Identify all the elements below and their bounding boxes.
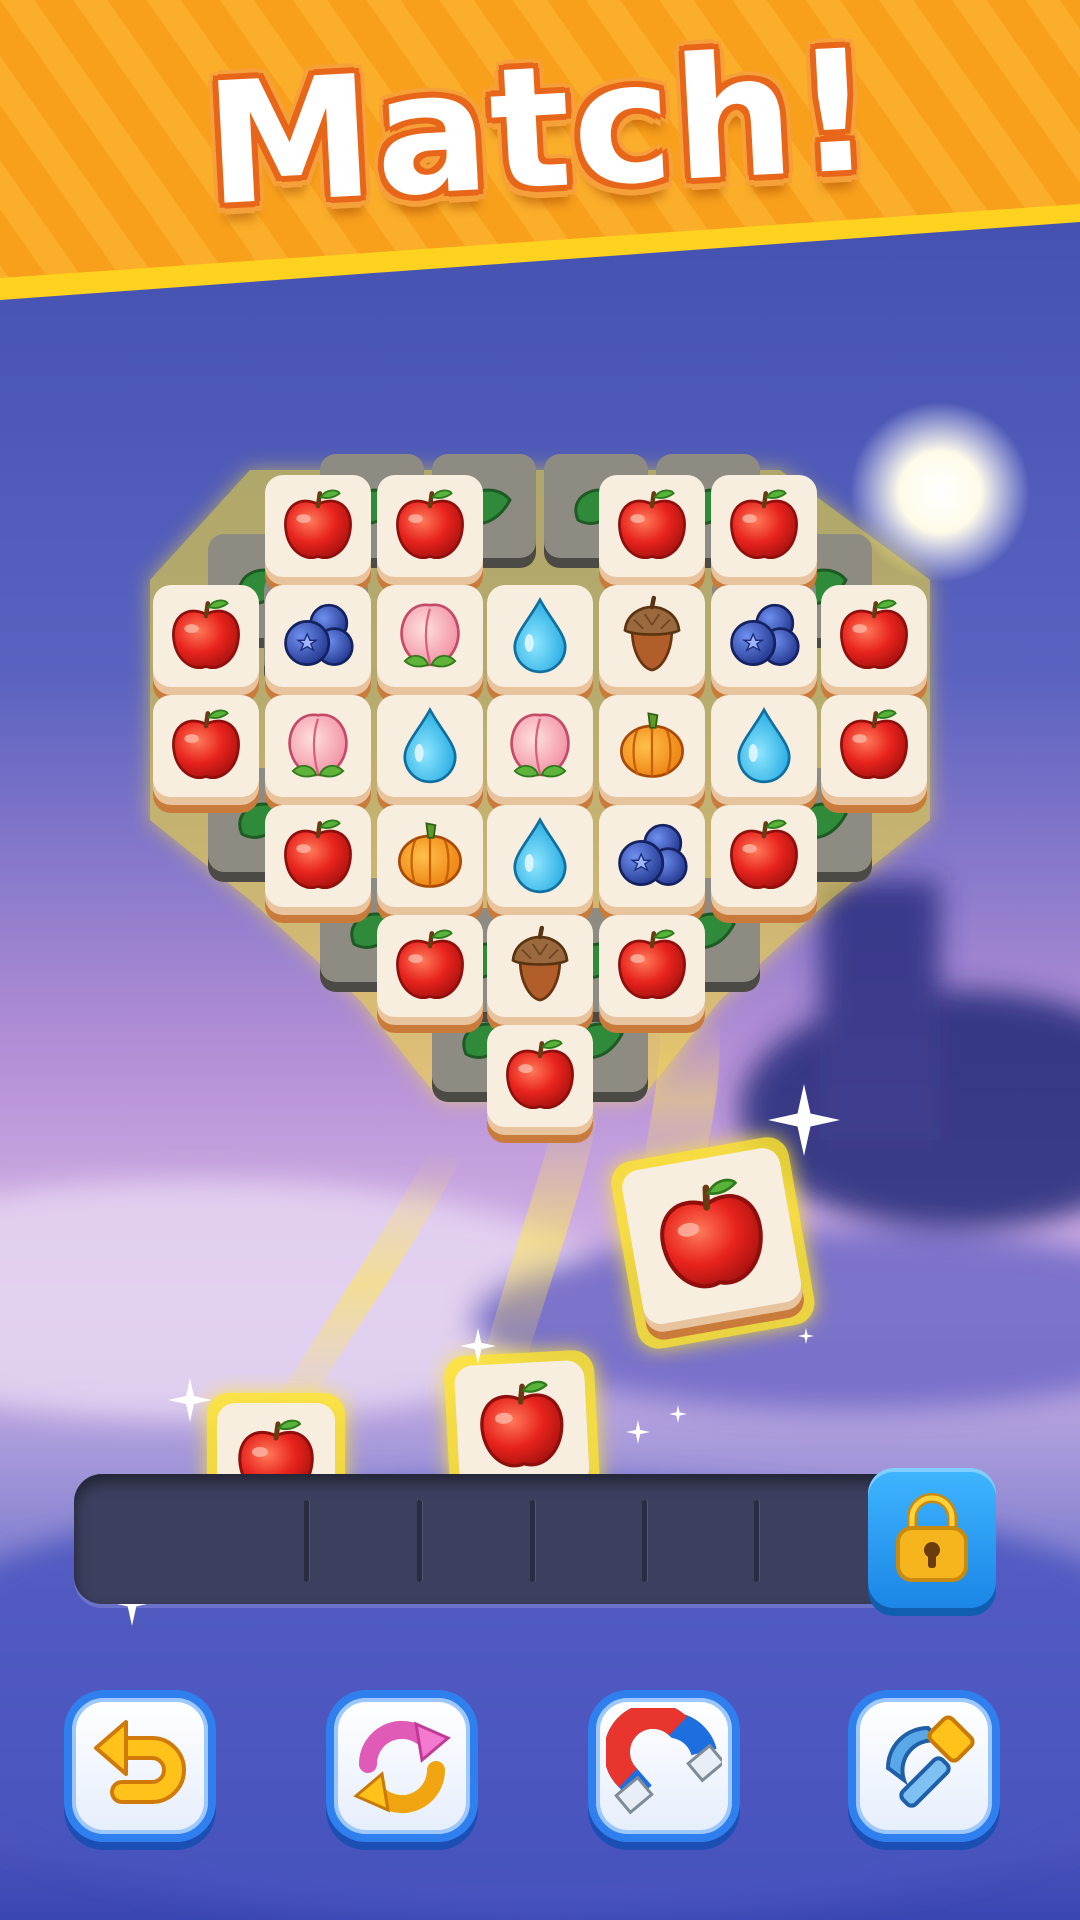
board-tile-water-drop[interactable]	[377, 695, 483, 813]
slot-divider	[530, 1500, 535, 1582]
board-tile-apple[interactable]	[487, 1025, 593, 1143]
shuffle-button[interactable]	[326, 1690, 478, 1842]
board-tile-apple[interactable]	[265, 475, 371, 593]
sparkle-icon	[798, 1328, 814, 1344]
board-tile-water-drop[interactable]	[487, 585, 593, 703]
board-tile-peach[interactable]	[487, 695, 593, 813]
slot-divider	[304, 1500, 309, 1582]
board-tile-peach[interactable]	[377, 585, 483, 703]
board-tile-acorn[interactable]	[599, 585, 705, 703]
peach-icon	[510, 713, 570, 778]
shuffle-icon	[353, 1720, 451, 1814]
board-tile-apple[interactable]	[599, 475, 705, 593]
hammer-button[interactable]	[848, 1690, 1000, 1842]
board-tile-apple[interactable]	[153, 585, 259, 703]
board-tile-peach[interactable]	[265, 695, 371, 813]
board-tile-apple[interactable]	[821, 585, 927, 703]
unlock-slot-button[interactable]	[868, 1468, 996, 1608]
flying-tile-apple[interactable]	[608, 1134, 818, 1352]
peach-icon	[288, 713, 348, 778]
board-tile-apple[interactable]	[711, 475, 817, 593]
sparkle-icon	[669, 1405, 687, 1423]
board-tile-apple[interactable]	[599, 915, 705, 1033]
board-tile-acorn[interactable]	[487, 915, 593, 1033]
slot-divider	[417, 1500, 422, 1582]
magnet-icon	[606, 1708, 722, 1815]
board-tile-apple[interactable]	[821, 695, 927, 813]
sparkle-icon	[168, 1378, 212, 1422]
board-tile-apple[interactable]	[265, 805, 371, 923]
padlock-icon	[896, 1493, 968, 1582]
board-tile-apple[interactable]	[377, 915, 483, 1033]
board-tile-blueberry[interactable]	[265, 585, 371, 703]
light-trail	[270, 1150, 460, 1420]
slot-tray	[74, 1474, 904, 1604]
slot-divider	[642, 1500, 647, 1582]
undo-button[interactable]	[64, 1690, 216, 1842]
undo-arrow-icon	[94, 1720, 186, 1804]
board-tile-blueberry[interactable]	[711, 585, 817, 703]
board-tile-water-drop[interactable]	[487, 805, 593, 923]
board-tile-apple[interactable]	[711, 805, 817, 923]
board-tile-pumpkin[interactable]	[599, 695, 705, 813]
slot-divider	[754, 1500, 759, 1582]
peach-icon	[400, 603, 460, 668]
board-tile-apple[interactable]	[153, 695, 259, 813]
hammer-icon	[885, 1715, 975, 1808]
sparkle-icon	[626, 1420, 650, 1444]
board-tile-apple[interactable]	[377, 475, 483, 593]
magnet-button[interactable]	[588, 1690, 740, 1842]
board-tile-blueberry[interactable]	[599, 805, 705, 923]
board-tile-water-drop[interactable]	[711, 695, 817, 813]
board-tile-pumpkin[interactable]	[377, 805, 483, 923]
